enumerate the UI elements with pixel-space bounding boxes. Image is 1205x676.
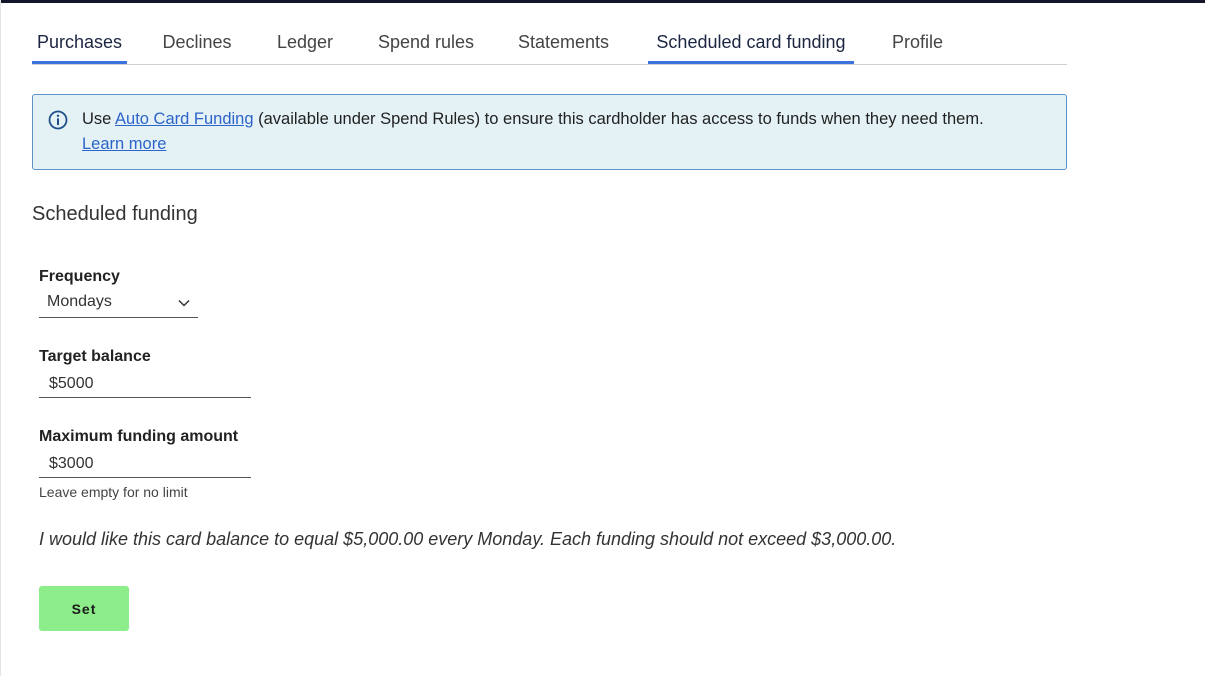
- max-funding-label: Maximum funding amount: [39, 428, 239, 445]
- target-balance-input[interactable]: [39, 370, 251, 398]
- banner-message: Use Auto Card Funding (available under S…: [82, 107, 1046, 157]
- banner-prefix: Use: [82, 110, 116, 128]
- max-funding-input[interactable]: [39, 450, 251, 478]
- info-banner: Use Auto Card Funding (available under S…: [32, 94, 1067, 170]
- set-button[interactable]: Set: [39, 586, 129, 631]
- frequency-value: Mondays: [47, 293, 112, 310]
- tab-bar: Purchases Declines Ledger Spend rules St…: [32, 24, 1067, 65]
- tab-declines[interactable]: Declines: [157, 24, 237, 64]
- chevron-down-icon: [178, 299, 190, 307]
- tab-profile[interactable]: Profile: [885, 24, 950, 64]
- banner-suffix: (available under Spend Rules) to ensure …: [253, 110, 984, 128]
- funding-summary: I would like this card balance to equal …: [39, 529, 897, 549]
- top-border: [1, 0, 1205, 3]
- section-title: Scheduled funding: [32, 203, 198, 225]
- page: Purchases Declines Ledger Spend rules St…: [0, 0, 1205, 676]
- frequency-label: Frequency: [39, 268, 120, 285]
- auto-card-funding-link[interactable]: Auto Card Funding: [115, 110, 254, 128]
- max-funding-helper: Leave empty for no limit: [39, 484, 188, 500]
- tab-spend-rules[interactable]: Spend rules: [371, 24, 481, 64]
- learn-more-link[interactable]: Learn more: [82, 135, 166, 153]
- tab-statements[interactable]: Statements: [511, 24, 616, 64]
- tab-ledger[interactable]: Ledger: [268, 24, 342, 64]
- tab-scheduled-card-funding[interactable]: Scheduled card funding: [648, 24, 854, 64]
- info-icon: [48, 110, 68, 130]
- target-balance-label: Target balance: [39, 348, 151, 365]
- tab-purchases[interactable]: Purchases: [32, 24, 127, 64]
- frequency-select[interactable]: Mondays: [39, 290, 198, 318]
